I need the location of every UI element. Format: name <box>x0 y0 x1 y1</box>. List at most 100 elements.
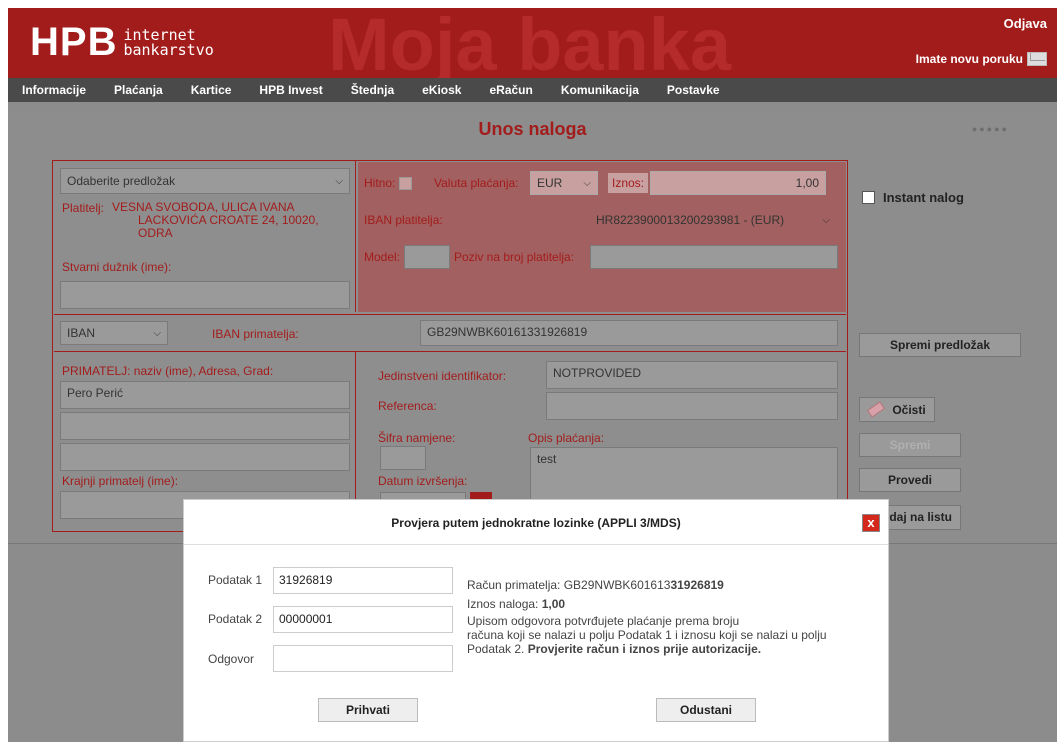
model-input[interactable] <box>404 245 450 269</box>
info-warning: Provjerite račun i iznos prije autorizac… <box>527 642 762 656</box>
chevron-down-icon: ⌵ <box>335 175 343 187</box>
description-input[interactable]: test <box>530 447 838 507</box>
urgent-label-text: Hitno: <box>364 176 396 190</box>
info-line-3: Podatak 2. <box>467 642 525 656</box>
cancel-button[interactable]: Odustani <box>656 698 756 722</box>
description-label: Opis plaćanja: <box>528 431 605 445</box>
payer-label: Platitelj: <box>62 201 105 215</box>
unique-id-input[interactable]: NOTPROVIDED <box>546 361 838 389</box>
header-watermark: Moja banka <box>328 8 731 78</box>
clear-label: Očisti <box>892 402 926 417</box>
info-line-1: Upisom odgovora potvrđujete plaćanje pre… <box>467 614 740 628</box>
currency-value: EUR <box>537 176 563 190</box>
actual-debtor-input[interactable] <box>60 281 350 309</box>
info-line-2: računa koji se nalazi u polju Podatak 1 … <box>467 628 827 642</box>
answer-label: Odgovor <box>208 652 255 666</box>
header: Moja banka HPB internet bankarstvo Odjav… <box>8 8 1057 78</box>
recipient-label: PRIMATELJ: naziv (ime), Adresa, Grad: <box>62 364 274 378</box>
instant-label: Instant nalog <box>883 190 964 205</box>
reference-label: Referenca: <box>378 399 437 413</box>
account-bold-part: 31926819 <box>670 578 724 592</box>
nav-item-stednja[interactable]: Štednja <box>337 83 408 97</box>
final-recipient-label: Krajnji primatelj (ime): <box>62 474 179 488</box>
currency-select[interactable]: EUR ⌵ <box>530 171 598 195</box>
recipient-iban-input[interactable]: GB29NWBK60161331926819 <box>420 320 838 346</box>
nav-item-postavke[interactable]: Postavke <box>653 83 734 97</box>
purpose-code-input[interactable] <box>380 446 426 470</box>
otp-dialog: Provjera putem jednokratne lozinke (APPL… <box>183 499 889 742</box>
model-label: Model: <box>364 250 401 264</box>
nav-item-placanja[interactable]: Plaćanja <box>100 83 177 97</box>
chevron-down-icon: ⌵ <box>583 177 591 189</box>
logout-link[interactable]: Odjava <box>1004 16 1047 31</box>
recipient-account-info: Račun primatelja: GB29NWBK60161331926819 <box>467 578 724 592</box>
amount-input[interactable]: 1,00 <box>650 171 826 195</box>
amount-info-value: 1,00 <box>541 597 566 611</box>
account-prefix: GB29NWBK601613 <box>563 578 671 592</box>
instant-checkbox[interactable] <box>862 191 875 204</box>
payer-reference-label: Poziv na broj platitelja: <box>454 250 575 264</box>
save-button[interactable]: Spremi <box>859 433 961 457</box>
close-icon[interactable]: x <box>862 514 880 532</box>
payer-iban-label: IBAN platitelja: <box>364 213 443 227</box>
logo-subtitle: internet bankarstvo <box>123 27 214 59</box>
save-template-button[interactable]: Spremi predložak <box>859 333 1021 357</box>
execution-date-label: Datum izvršenja: <box>378 474 468 488</box>
recipient-address-input[interactable] <box>60 412 350 440</box>
nav-item-informacije[interactable]: Informacije <box>8 83 100 97</box>
amount-info-label: Iznos naloga: <box>467 597 539 611</box>
eraser-icon <box>867 401 886 418</box>
main-nav: Informacije Plaćanja Kartice HPB Invest … <box>8 78 1057 102</box>
dialog-divider <box>184 544 888 545</box>
purpose-code-label: Šifra namjene: <box>378 431 456 445</box>
nav-item-komunikacija[interactable]: Komunikacija <box>547 83 653 97</box>
logo-text: HPB <box>30 20 118 64</box>
logo[interactable]: HPB internet bankarstvo <box>30 20 214 65</box>
instructions-text: Upisom odgovora potvrđujete plaćanje pre… <box>467 614 877 656</box>
nav-item-eracun[interactable]: eRačun <box>475 83 546 97</box>
data1-label: Podatak 1 <box>208 573 263 587</box>
chevron-down-icon: ⌵ <box>822 214 830 226</box>
actual-debtor-label: Stvarni dužnik (ime): <box>62 260 172 274</box>
clear-button[interactable]: Očisti <box>859 397 935 422</box>
payer-line-1: VESNA SVOBODA, ULICA IVANA <box>112 200 295 214</box>
recipient-name-input[interactable]: Pero Perić <box>60 381 350 409</box>
amount-label: Iznos: <box>608 173 649 193</box>
account-label: Račun primatelja: <box>467 578 561 592</box>
data2-input[interactable]: 00000001 <box>273 606 453 633</box>
title-bar: Unos naloga ●●●●● <box>8 112 1057 146</box>
page-title: Unos naloga <box>478 119 587 139</box>
account-type-value: IBAN <box>67 326 96 340</box>
payer-iban-value: HR8223900013200293981 - (EUR) <box>596 213 785 227</box>
chevron-down-icon: ⌵ <box>153 327 161 339</box>
recipient-iban-label: IBAN primatelja: <box>212 327 299 341</box>
instant-order-option[interactable]: Instant nalog <box>862 190 964 205</box>
dialog-title: Provjera putem jednokratne lozinke (APPL… <box>391 516 681 530</box>
amount-info: Iznos naloga: 1,00 <box>467 597 565 611</box>
reference-input[interactable] <box>546 392 838 420</box>
payer-line-3: ODRA <box>138 226 173 240</box>
currency-label: Valuta plaćanja: <box>434 176 519 190</box>
recipient-city-input[interactable] <box>60 443 350 471</box>
nav-item-kartice[interactable]: Kartice <box>177 83 246 97</box>
payer-line-2: LACKOVIĆA CROATE 24, 10020, <box>138 213 319 227</box>
urgent-checkbox[interactable] <box>398 177 412 191</box>
progress-dots: ●●●●● <box>971 124 1009 134</box>
payer-address: VESNA SVOBODA, ULICA IVANA LACKOVIĆA CRO… <box>112 201 319 240</box>
envelope-icon <box>1027 52 1047 66</box>
execute-button[interactable]: Provedi <box>859 468 961 492</box>
new-message-link[interactable]: Imate novu poruku <box>916 52 1047 66</box>
payer-iban-select[interactable]: HR8223900013200293981 - (EUR) ⌵ <box>590 208 836 232</box>
nav-item-hpb-invest[interactable]: HPB Invest <box>245 83 336 97</box>
data2-label: Podatak 2 <box>208 612 263 626</box>
logo-line-2: bankarstvo <box>123 40 214 59</box>
unique-id-label: Jedinstveni identifikator: <box>378 369 507 383</box>
data1-input[interactable]: 31926819 <box>273 567 453 594</box>
new-message-text: Imate novu poruku <box>915 52 1023 66</box>
accept-button[interactable]: Prihvati <box>318 698 418 722</box>
nav-item-ekiosk[interactable]: eKiosk <box>408 83 475 97</box>
template-select[interactable]: Odaberite predložak ⌵ <box>60 168 350 194</box>
answer-input[interactable] <box>273 645 453 672</box>
payer-reference-input[interactable] <box>590 245 838 269</box>
account-type-select[interactable]: IBAN ⌵ <box>60 321 168 345</box>
